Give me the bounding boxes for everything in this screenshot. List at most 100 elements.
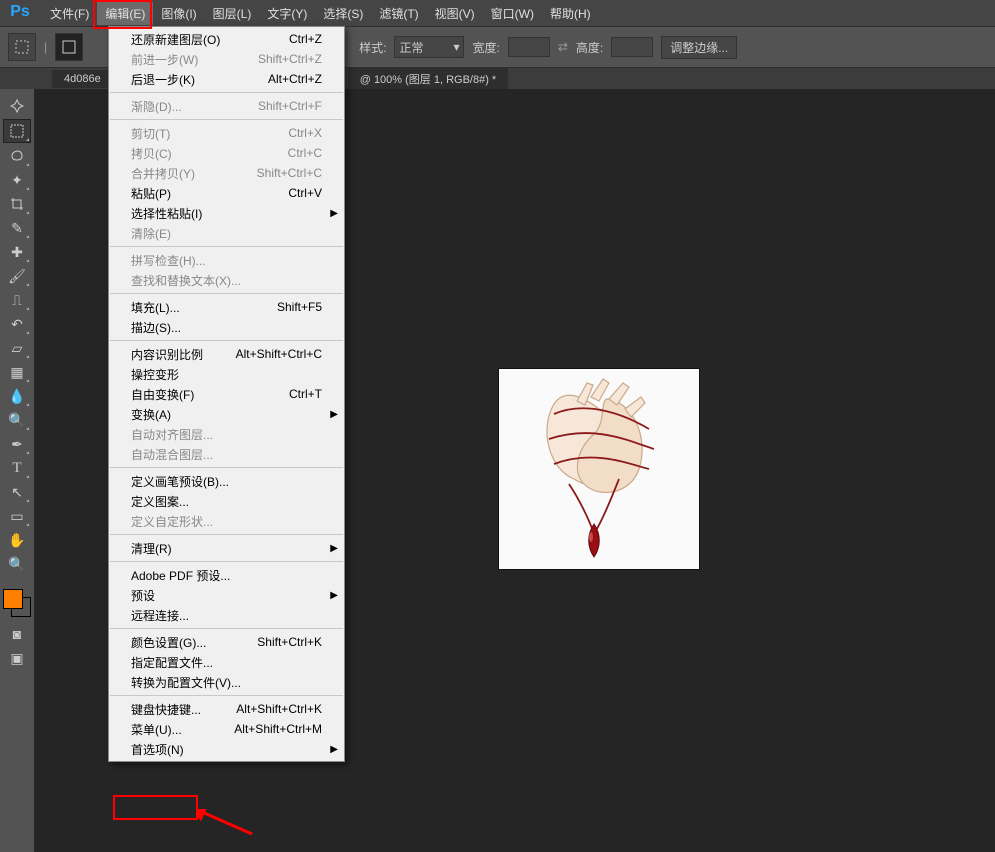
document-tab-active[interactable]: @ 100% (图层 1, RGB/8#) * (348, 68, 509, 90)
menu-edit[interactable]: 编辑(E) (97, 2, 153, 25)
menu-item[interactable]: 菜单(U)...Alt+Shift+Ctrl+M (109, 719, 344, 739)
move-tool[interactable] (4, 95, 30, 117)
artwork (499, 369, 699, 569)
menu-item-label: 预设 (131, 587, 155, 604)
history-brush-tool[interactable]: ↶ (4, 313, 30, 335)
lasso-tool[interactable] (4, 145, 30, 167)
foreground-color[interactable] (3, 589, 23, 609)
menu-item-label: 前进一步(W) (131, 51, 198, 68)
menu-item: 剪切(T)Ctrl+X (109, 123, 344, 143)
menu-item[interactable]: 指定配置文件... (109, 652, 344, 672)
hand-tool[interactable]: ✋ (4, 529, 30, 551)
menu-select[interactable]: 选择(S) (315, 2, 371, 25)
menu-item-label: 菜单(U)... (131, 721, 182, 738)
menu-item[interactable]: 粘贴(P)Ctrl+V (109, 183, 344, 203)
menu-item[interactable]: 还原新建图层(O)Ctrl+Z (109, 29, 344, 49)
menu-item[interactable]: 自由变换(F)Ctrl+T (109, 384, 344, 404)
menu-item[interactable]: 描边(S)... (109, 317, 344, 337)
refine-edge-button[interactable]: 调整边缘... (661, 36, 737, 59)
brush-tool[interactable]: 🖌 (4, 265, 30, 287)
stamp-tool[interactable]: ⎍ (4, 289, 30, 311)
menu-item[interactable]: 定义画笔预设(B)... (109, 471, 344, 491)
marquee-preview-icon[interactable] (55, 33, 83, 61)
menu-item[interactable]: 远程连接... (109, 605, 344, 625)
app-logo: Ps (6, 3, 34, 23)
eraser-tool[interactable]: ▱ (4, 337, 30, 359)
submenu-arrow-icon: ▶ (330, 744, 338, 755)
dodge-tool[interactable]: 🔍 (4, 409, 30, 431)
menu-item-label: 内容识别比例 (131, 346, 203, 363)
menu-view[interactable]: 视图(V) (427, 2, 483, 25)
menu-item-label: 拼写检查(H)... (131, 252, 206, 269)
menu-item-shortcut: Ctrl+T (289, 387, 322, 401)
blur-tool[interactable]: 💧 (4, 385, 30, 407)
chevron-down-icon: ▾ (453, 40, 459, 54)
menu-item-label: 选择性粘贴(I) (131, 205, 202, 222)
menu-item[interactable]: 转换为配置文件(V)... (109, 672, 344, 692)
document-tab[interactable]: 4d086e (52, 70, 113, 88)
shape-tool[interactable]: ▭ (4, 505, 30, 527)
style-select[interactable]: 正常 ▾ (394, 36, 464, 58)
menu-item-label: 转换为配置文件(V)... (131, 674, 241, 691)
menu-type[interactable]: 文字(Y) (259, 2, 315, 25)
menu-item[interactable]: 首选项(N) ▶ (109, 739, 344, 759)
menu-window[interactable]: 窗口(W) (483, 2, 542, 25)
menu-item-label: 颜色设置(G)... (131, 634, 206, 651)
menu-item[interactable]: Adobe PDF 预设... (109, 565, 344, 585)
crop-tool[interactable] (4, 193, 30, 215)
menu-item[interactable]: 内容识别比例 Alt+Shift+Ctrl+C (109, 344, 344, 364)
path-select-tool[interactable]: ↖ (4, 481, 30, 503)
menu-item[interactable]: 选择性粘贴(I) ▶ (109, 203, 344, 223)
tab-name-partial: 4d086e (64, 73, 101, 85)
menu-item: 拼写检查(H)... (109, 250, 344, 270)
tool-preset-icon[interactable] (8, 33, 36, 61)
menu-item[interactable]: 后退一步(K)Alt+Ctrl+Z (109, 69, 344, 89)
menu-item-shortcut: Shift+Ctrl+K (257, 635, 322, 649)
quick-select-tool[interactable]: ✦ (4, 169, 30, 191)
width-input[interactable] (508, 37, 550, 57)
canvas[interactable] (499, 369, 699, 569)
quickmask-tool[interactable]: ◙ (4, 623, 30, 645)
menu-file[interactable]: 文件(F) (42, 2, 97, 25)
menu-item-label: 首选项(N) (131, 741, 184, 758)
menu-item-label: 键盘快捷键... (131, 701, 201, 718)
menu-separator (110, 340, 343, 341)
height-input[interactable] (611, 37, 653, 57)
type-tool[interactable]: T (4, 457, 30, 479)
zoom-tool[interactable]: 🔍 (4, 553, 30, 575)
screenmode-tool[interactable]: ▣ (4, 647, 30, 669)
tab-title: @ 100% (图层 1, RGB/8#) * (360, 74, 497, 86)
menu-item[interactable]: 清理(R)▶ (109, 538, 344, 558)
menu-item-label: 填充(L)... (131, 299, 180, 316)
menu-item-label: 自动混合图层... (131, 446, 213, 463)
menu-image[interactable]: 图像(I) (153, 2, 204, 25)
gradient-tool[interactable]: ▦ (4, 361, 30, 383)
menu-item-shortcut: Alt+Shift+Ctrl+C (236, 347, 322, 361)
menu-item-shortcut: Ctrl+X (288, 126, 322, 140)
menu-item: 前进一步(W)Shift+Ctrl+Z (109, 49, 344, 69)
color-swatch[interactable] (3, 589, 31, 617)
pen-tool[interactable]: ✒ (4, 433, 30, 455)
marquee-tool[interactable] (3, 119, 31, 143)
menu-item[interactable]: 定义图案... (109, 491, 344, 511)
swap-icon[interactable]: ⇄ (558, 40, 568, 54)
submenu-arrow-icon: ▶ (330, 208, 338, 219)
healing-tool[interactable]: ✚ (4, 241, 30, 263)
eyedropper-tool[interactable]: ✎ (4, 217, 30, 239)
menu-item[interactable]: 操控变形 (109, 364, 344, 384)
menu-item[interactable]: 变换(A)▶ (109, 404, 344, 424)
menu-item-label: 后退一步(K) (131, 71, 195, 88)
menu-separator (110, 467, 343, 468)
menu-item[interactable]: 预设▶ (109, 585, 344, 605)
menu-separator (110, 695, 343, 696)
style-value: 正常 (399, 39, 423, 56)
menu-item[interactable]: 键盘快捷键...Alt+Shift+Ctrl+K (109, 699, 344, 719)
menu-filter[interactable]: 滤镜(T) (371, 2, 426, 25)
menu-item[interactable]: 颜色设置(G)... Shift+Ctrl+K (109, 632, 344, 652)
menu-layer[interactable]: 图层(L) (205, 2, 260, 25)
menu-item[interactable]: 填充(L)...Shift+F5 (109, 297, 344, 317)
separator: | (44, 40, 47, 54)
menu-help[interactable]: 帮助(H) (542, 2, 599, 25)
menu-item-label: 渐隐(D)... (131, 98, 182, 115)
menu-item-label: 查找和替换文本(X)... (131, 272, 241, 289)
